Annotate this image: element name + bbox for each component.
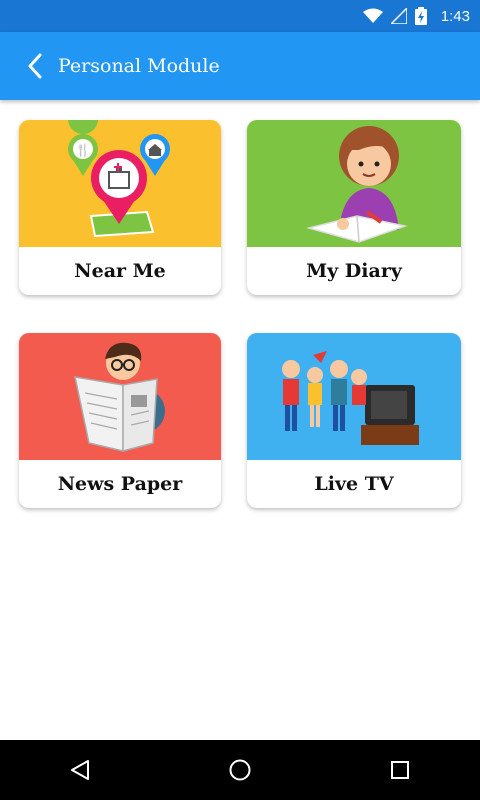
battery-icon [414,7,427,25]
nav-recents-button[interactable] [370,740,430,800]
app-bar: Personal Module [0,32,480,100]
nav-back-icon [71,760,89,780]
my-diary-illustration [247,120,461,247]
svg-text:🍴: 🍴 [76,143,91,157]
near-me-illustration: 🍴 [19,120,221,247]
page-title: Personal Module [58,55,220,77]
status-bar: 1:43 [0,0,480,32]
back-arrow-icon [28,53,42,79]
my-diary-label: My Diary [306,260,402,282]
nav-recents-icon [391,761,409,779]
my-diary-card[interactable]: My Diary [247,120,461,295]
girl-writing-icon [306,126,408,243]
live-tv-card[interactable]: Live TV [247,333,461,508]
location-pins-icon: 🍴 [68,120,170,238]
nav-bar [0,740,480,800]
news-paper-illustration [19,333,221,460]
signal-icon [390,8,407,24]
news-paper-label: News Paper [57,473,183,495]
status-time: 1:43 [440,7,470,25]
wifi-icon [362,8,383,23]
nav-home-icon [229,759,251,781]
live-tv-label: Live TV [314,473,394,495]
nav-home-button[interactable] [210,740,270,800]
nav-back-button[interactable] [50,740,110,800]
news-paper-card[interactable]: News Paper [19,333,221,508]
status-icons: 1:43 [362,7,470,25]
back-button[interactable] [20,51,50,81]
live-tv-illustration [247,333,461,460]
near-me-card[interactable]: 🍴 Near Me [19,120,221,295]
man-reading-newspaper-icon [74,342,165,452]
people-watching-tv-icon [282,351,419,445]
near-me-label: Near Me [74,260,166,282]
